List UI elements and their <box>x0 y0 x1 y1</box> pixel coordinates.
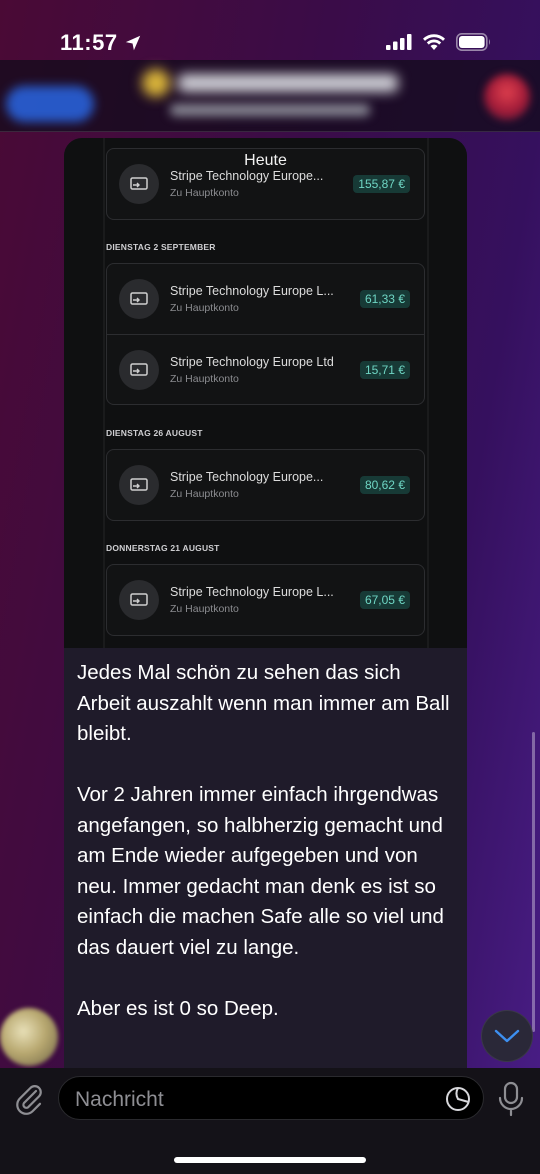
chat-title[interactable] <box>142 69 402 97</box>
transaction-amount: 67,05 € <box>359 591 410 609</box>
divider <box>103 138 105 648</box>
section-date-label: DONNERSTAG 21 AUGUST <box>106 543 220 553</box>
transfer-icon <box>119 465 159 505</box>
chat-avatar[interactable] <box>484 74 530 120</box>
scroll-down-button[interactable] <box>481 1010 533 1062</box>
location-arrow-icon <box>125 35 140 51</box>
transaction-name: Stripe Technology Europe L... <box>170 284 334 298</box>
message-paragraph: Aber es ist 0 so Deep. <box>77 996 279 1020</box>
transfer-icon <box>119 279 159 319</box>
wifi-icon <box>423 34 445 50</box>
title-emoji-icon <box>142 69 170 97</box>
battery-icon <box>456 33 490 51</box>
sticker-icon[interactable] <box>445 1086 471 1112</box>
transaction-amount: 155,87 € <box>353 175 410 193</box>
transaction-amount: 80,62 € <box>359 476 410 494</box>
transaction-card: Stripe Technology Europe L... Zu Hauptko… <box>106 564 425 636</box>
transfer-icon <box>119 350 159 390</box>
status-time: 11:57 <box>60 30 142 56</box>
section-date-label: DIENSTAG 2 SEPTEMBER <box>106 242 216 252</box>
section-date-label: DIENSTAG 26 AUGUST <box>106 428 203 438</box>
signal-icon <box>386 34 412 50</box>
message-input[interactable]: Nachricht <box>58 1076 484 1120</box>
chevron-down-icon <box>494 1029 520 1043</box>
message-text: Jedes Mal schön zu sehen das sich Arbeit… <box>77 658 457 1024</box>
transaction-amount: 15,71 € <box>359 361 410 379</box>
chat-title-text <box>178 74 398 92</box>
transfer-icon <box>119 580 159 620</box>
scrollbar[interactable] <box>532 732 535 1032</box>
attached-screenshot[interactable]: Stripe Technology Europe... Zu Hauptkont… <box>64 138 467 648</box>
transaction-card: Stripe Technology Europe... Zu Hauptkont… <box>106 449 425 521</box>
paperclip-icon[interactable] <box>12 1082 46 1116</box>
message-paragraph: Jedes Mal schön zu sehen das sich Arbeit… <box>77 661 450 745</box>
message-bubble: Stripe Technology Europe... Zu Hauptkont… <box>64 138 467 1068</box>
chat-subtitle <box>170 104 370 116</box>
transaction-subtitle: Zu Hauptkonto <box>170 302 239 314</box>
transaction-name: Stripe Technology Europe... <box>170 470 324 484</box>
transaction-subtitle: Zu Hauptkonto <box>170 373 239 385</box>
sender-avatar[interactable] <box>0 1008 58 1066</box>
message-input-placeholder: Nachricht <box>75 1088 164 1111</box>
transaction-subtitle: Zu Hauptkonto <box>170 603 239 615</box>
transaction-card: Stripe Technology Europe L... Zu Hauptko… <box>106 263 425 405</box>
transaction-row: Stripe Technology Europe Ltd Zu Hauptkon… <box>107 334 424 404</box>
transaction-name: Stripe Technology Europe... <box>170 169 324 183</box>
transaction-row: Stripe Technology Europe... Zu Hauptkont… <box>107 450 424 520</box>
transaction-row: Stripe Technology Europe L... Zu Hauptko… <box>107 264 424 334</box>
home-indicator <box>174 1157 366 1163</box>
transaction-name: Stripe Technology Europe Ltd <box>170 355 334 369</box>
date-separator: Heute <box>244 152 287 169</box>
transaction-row: Stripe Technology Europe L... Zu Hauptko… <box>107 565 424 635</box>
status-time-text: 11:57 <box>60 30 118 55</box>
transaction-subtitle: Zu Hauptkonto <box>170 187 239 199</box>
microphone-icon[interactable] <box>496 1081 526 1117</box>
divider <box>427 138 429 648</box>
transfer-icon <box>119 164 159 204</box>
message-paragraph: Vor 2 Jahren immer einfach ihrgendwas an… <box>77 783 444 959</box>
chat-header <box>0 60 540 132</box>
transaction-subtitle: Zu Hauptkonto <box>170 488 239 500</box>
back-button[interactable] <box>6 86 94 122</box>
transaction-name: Stripe Technology Europe L... <box>170 585 334 599</box>
system-icons <box>386 33 492 51</box>
transaction-amount: 61,33 € <box>359 290 410 308</box>
